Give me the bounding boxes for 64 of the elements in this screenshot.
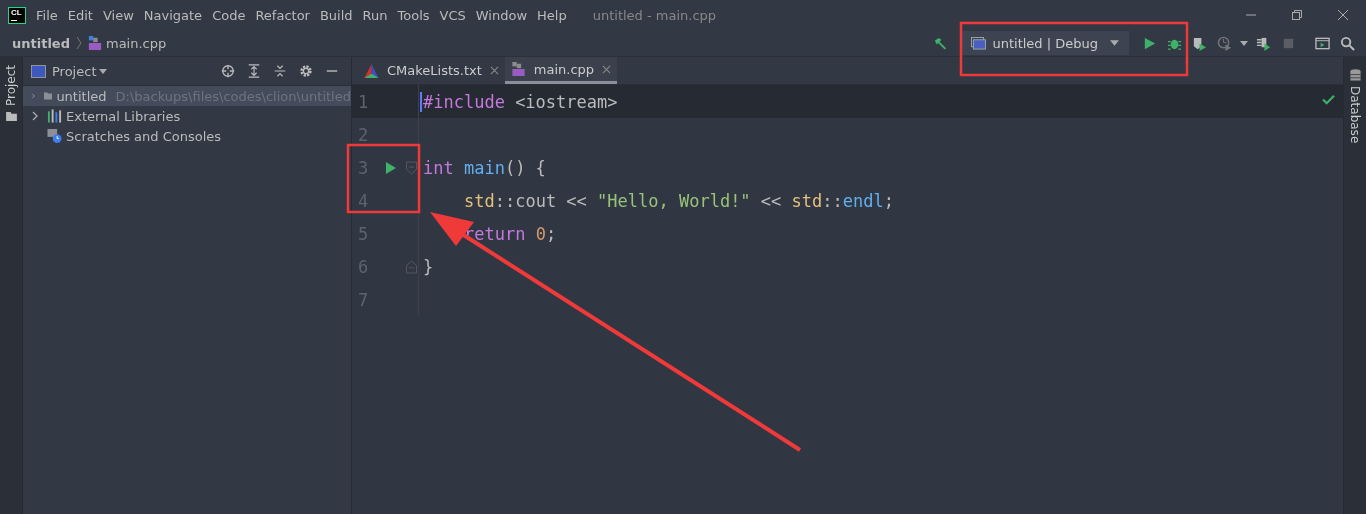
menu-item[interactable]: Help: [537, 7, 567, 23]
menu-item[interactable]: Refactor: [255, 7, 310, 23]
breadcrumb-item[interactable]: main.cpp: [106, 35, 167, 51]
menu-item[interactable]: VCS: [439, 7, 466, 23]
folder-icon: [5, 112, 17, 122]
run-icon[interactable]: [1142, 35, 1157, 51]
app-logo: CL: [8, 6, 26, 24]
hammer-icon[interactable]: [933, 35, 949, 51]
menu-item[interactable]: Window: [475, 7, 528, 23]
expand-all-icon[interactable]: [247, 64, 261, 78]
profiler-icon[interactable]: [1217, 35, 1232, 51]
code-line: return 0;: [464, 223, 557, 244]
checkmark-icon: [1322, 94, 1335, 105]
menu-item[interactable]: Edit: [67, 7, 93, 23]
library-icon: [47, 109, 62, 123]
code-line: #include <iostream>: [423, 91, 618, 112]
menu-item[interactable]: View: [102, 7, 134, 23]
menu-item[interactable]: Code: [212, 7, 246, 23]
project-view-icon: [31, 64, 46, 78]
editor-tab[interactable]: CMakeLists.txt: [358, 57, 505, 84]
line-number: 1: [357, 91, 370, 112]
code-line: }: [423, 256, 434, 277]
menu-item[interactable]: Tools: [397, 7, 430, 23]
code-line: std::cout << "Hello, World!" << std::endl;: [464, 190, 894, 211]
collapse-all-icon[interactable]: [273, 64, 287, 78]
settings-icon[interactable]: [299, 64, 313, 78]
locate-icon[interactable]: [221, 64, 235, 78]
close-icon[interactable]: [489, 66, 499, 75]
fold-marker-icon[interactable]: [405, 160, 417, 175]
coverage-icon[interactable]: [1192, 35, 1207, 51]
text-cursor: [420, 91, 422, 112]
triangle-logo-icon: [364, 63, 379, 78]
run-configuration-dropdown[interactable]: untitled | Debug: [961, 31, 1129, 55]
restore-icon[interactable]: [1291, 9, 1303, 21]
close-icon[interactable]: [1337, 9, 1349, 21]
caret-icon[interactable]: [1240, 40, 1248, 46]
close-icon[interactable]: [602, 64, 612, 74]
tree-item[interactable]: Scratches and Consoles: [23, 126, 351, 146]
window-title: untitled - main.cpp: [592, 7, 717, 23]
terminal-icon[interactable]: [1315, 35, 1330, 51]
database-icon: [1349, 69, 1361, 82]
menu-item[interactable]: Build: [319, 7, 353, 23]
menu-item[interactable]: Navigate: [143, 7, 203, 23]
cpp-file-icon: [88, 36, 102, 50]
window-icon: [971, 36, 987, 50]
scratch-icon: [47, 129, 62, 143]
project-tool-tab[interactable]: Project: [4, 65, 18, 107]
project-view-selector[interactable]: Project: [52, 63, 97, 79]
code-line: int main() {: [423, 157, 546, 178]
caret-icon: [1110, 40, 1119, 46]
tree-item[interactable]: External Libraries: [23, 106, 351, 126]
menu-item[interactable]: File: [36, 7, 58, 23]
folder-icon: [43, 89, 53, 103]
editor-tab[interactable]: main.cpp: [504, 57, 618, 84]
cpp-file-icon: [510, 62, 526, 76]
menu-item[interactable]: Run: [362, 7, 388, 23]
chevron-icon: [76, 36, 82, 50]
breadcrumb-item[interactable]: untitled: [12, 35, 70, 51]
database-tool-tab[interactable]: Database: [1348, 86, 1362, 144]
fold-marker-icon[interactable]: [405, 259, 417, 274]
caret-icon[interactable]: [99, 68, 108, 74]
run-gutter-icon[interactable]: [385, 160, 397, 175]
attach-icon[interactable]: [1256, 35, 1271, 51]
search-icon[interactable]: [1340, 35, 1355, 51]
